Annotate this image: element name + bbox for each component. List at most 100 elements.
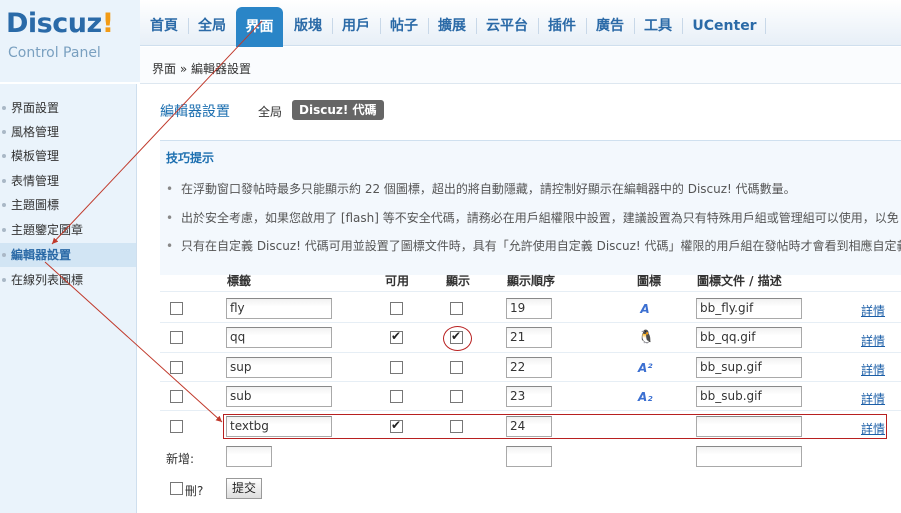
sidebar-item-template-management[interactable]: 模板管理 [0, 144, 136, 168]
available-checkbox[interactable] [390, 390, 403, 403]
icon-file-input[interactable]: bb_sub.gif [696, 386, 802, 407]
delete-checkbox[interactable] [170, 482, 183, 495]
order-input[interactable]: 21 [506, 327, 552, 348]
row-divider [160, 352, 901, 353]
row-select-checkbox[interactable] [170, 331, 183, 344]
sidebar-item-thread-icons[interactable]: 主題圖標 [0, 193, 136, 217]
add-new-label: 新增: [166, 452, 195, 466]
detail-link[interactable]: 詳情 [861, 302, 885, 319]
tag-input[interactable]: sup [226, 357, 332, 378]
breadcrumb: 界面 » 編輯器設置 [140, 47, 901, 84]
nav-global[interactable]: 全局 [197, 11, 227, 41]
main-content: 編輯器設置 全局 Discuz! 代碼 技巧提示 • 在浮動窗口發帖時最多只能顯示… [141, 84, 901, 513]
nav-tools[interactable]: 工具 [643, 11, 673, 41]
highlight-box [223, 414, 887, 439]
tag-input[interactable]: fly [226, 298, 332, 319]
sidebar: 界面設置 風格管理 模板管理 表情管理 主題圖標 主題鑒定圖章 編輯器設置 在線… [0, 84, 137, 513]
bullet-icon: • [166, 182, 174, 196]
nav-plugins[interactable]: 插件 [547, 11, 577, 41]
nav-users[interactable]: 用戶 [341, 11, 371, 41]
bullet-icon [2, 130, 6, 134]
bullet-icon [2, 179, 6, 183]
display-checkbox[interactable] [450, 390, 463, 403]
display-checkbox[interactable] [450, 361, 463, 374]
nav-ads[interactable]: 廣告 [595, 11, 625, 41]
nav-divider [634, 18, 635, 34]
display-checkbox[interactable] [450, 302, 463, 315]
nav-cloud[interactable]: 云平台 [485, 11, 529, 41]
discuz-control-panel: Discuz! Control Panel 首頁 全局 界面 版塊 用戶 帖子 … [0, 0, 901, 513]
nav-divider [188, 18, 189, 34]
icon-file-input[interactable]: bb_sup.gif [696, 357, 802, 378]
icon-file-input[interactable]: bb_fly.gif [696, 298, 802, 319]
available-checkbox[interactable] [390, 302, 403, 315]
nav-forums[interactable]: 版塊 [293, 11, 323, 41]
row-divider [160, 322, 901, 323]
sidebar-item-editor-settings[interactable]: 編輯器設置 [0, 243, 136, 267]
sidebar-item-thread-stamps[interactable]: 主題鑒定圖章 [0, 218, 136, 242]
row-select-checkbox[interactable] [170, 390, 183, 403]
nav-divider [682, 18, 683, 34]
column-header-tag: 標籤 [227, 274, 252, 288]
tag-input[interactable]: sub [226, 386, 332, 407]
detail-link[interactable]: 詳情 [861, 361, 885, 378]
sidebar-item-smilies[interactable]: 表情管理 [0, 169, 136, 193]
nav-divider [332, 18, 333, 34]
nav-threads[interactable]: 帖子 [389, 11, 419, 41]
tips-panel: 技巧提示 • 在浮動窗口發帖時最多只能顯示約 22 個圖標，超出的將自動隱藏，請控… [160, 140, 901, 275]
sidebar-item-theme-management[interactable]: 風格管理 [0, 120, 136, 144]
nav-divider [538, 18, 539, 34]
bbcode-sup-icon: A² [638, 361, 653, 375]
available-checkbox[interactable] [390, 361, 403, 374]
nav-divider [428, 18, 429, 34]
column-header-available: 可用 [385, 274, 410, 288]
logo[interactable]: Discuz! Control Panel [0, 0, 140, 82]
row-select-checkbox[interactable] [170, 302, 183, 315]
detail-link[interactable]: 詳情 [861, 332, 885, 349]
delete-label: 刪? [185, 484, 204, 498]
column-header-icon: 圖標 [637, 274, 662, 288]
logo-subtitle: Control Panel [8, 45, 101, 61]
tab-global[interactable]: 全局 [258, 103, 282, 120]
icon-file-input[interactable]: bb_qq.gif [696, 327, 802, 348]
nav-home[interactable]: 首頁 [149, 11, 179, 41]
bullet-icon [2, 106, 6, 110]
nav-ucenter[interactable]: UCenter [691, 11, 758, 41]
order-input[interactable]: 19 [506, 298, 552, 319]
tip-item: • 在浮動窗口發帖時最多只能顯示約 22 個圖標，超出的將自動隱藏，請控制好顯示在… [166, 182, 796, 196]
submit-button[interactable]: 提交 [226, 478, 262, 499]
sidebar-item-online-list-icons[interactable]: 在線列表圖標 [0, 268, 136, 292]
bbcode-fly-icon: A [640, 302, 650, 316]
nav-divider [380, 18, 381, 34]
bullet-icon [2, 154, 6, 158]
nav-divider [586, 18, 587, 34]
bullet-icon [2, 278, 6, 282]
available-checkbox[interactable] [390, 329, 403, 344]
new-order-input[interactable] [506, 446, 552, 467]
sidebar-item-style-settings[interactable]: 界面設置 [0, 96, 136, 120]
order-input[interactable]: 22 [506, 357, 552, 378]
bullet-icon: • [166, 239, 174, 253]
bullet-icon: • [166, 211, 174, 225]
column-header-icon-file: 圖標文件 / 描述 [697, 274, 782, 288]
column-header-order: 顯示順序 [507, 274, 556, 288]
tip-item: • 出於安全考慮，如果您啟用了 [flash] 等不安全代碼，請務必在用戶組權限中… [166, 211, 899, 225]
nav-divider [476, 18, 477, 34]
tip-item: • 只有在自定義 Discuz! 代碼可用並設置了圖標文件時，具有「允許使用自定義… [166, 239, 901, 253]
new-tag-input[interactable] [226, 446, 272, 467]
highlight-circle [443, 326, 472, 351]
row-select-checkbox[interactable] [170, 420, 183, 433]
tag-input[interactable]: qq [226, 327, 332, 348]
order-input[interactable]: 23 [506, 386, 552, 407]
detail-link[interactable]: 詳情 [861, 390, 885, 407]
bullet-icon [2, 228, 6, 232]
nav-extended[interactable]: 擴展 [437, 11, 467, 41]
row-divider [160, 381, 901, 382]
top-nav: 首頁 全局 界面 版塊 用戶 帖子 擴展 云平台 插件 廣告 工具 UCente… [140, 0, 901, 47]
nav-style[interactable]: 界面 [236, 7, 283, 47]
tab-discuz-code[interactable]: Discuz! 代碼 [292, 100, 384, 120]
row-select-checkbox[interactable] [170, 361, 183, 374]
new-icon-file-input[interactable] [696, 446, 802, 467]
qq-penguin-icon: 🐧 [638, 330, 655, 345]
row-divider [160, 410, 901, 411]
